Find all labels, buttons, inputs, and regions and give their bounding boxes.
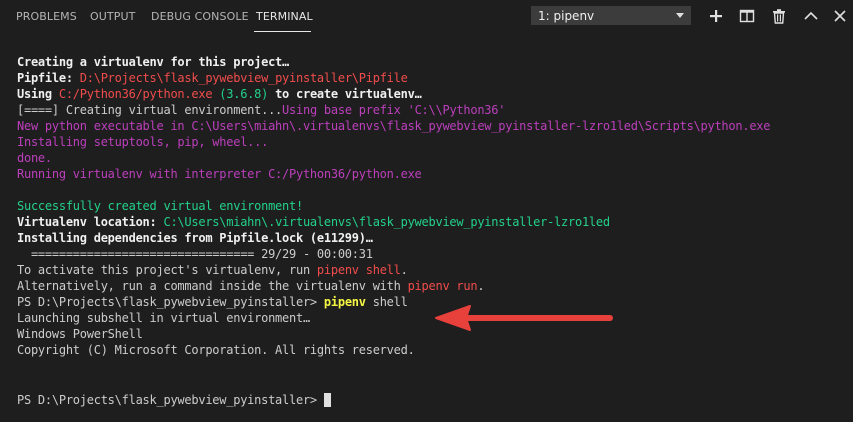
- annotation-arrow: [435, 305, 613, 331]
